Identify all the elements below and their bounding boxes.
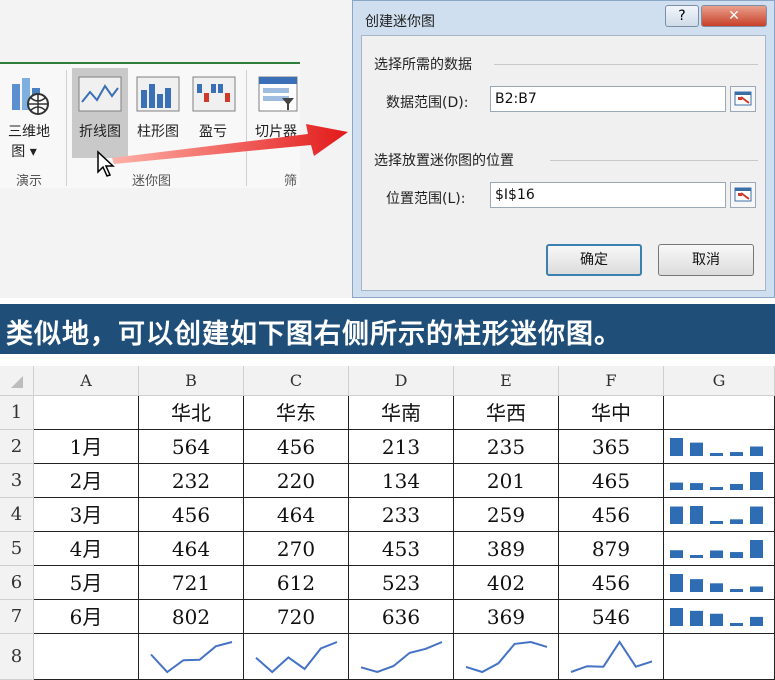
group-separator: [66, 70, 67, 186]
data-range-label: 数据范围(D):: [386, 95, 469, 111]
data-range-input[interactable]: B2:B7: [490, 86, 726, 112]
column-sparkline-bar: [670, 550, 683, 558]
dialog-body: 选择所需的数据 数据范围(D): B2:B7 选择放置迷你图的位置 位置范围(L…: [361, 35, 766, 291]
column-sparkline-bar: [750, 446, 763, 456]
column-sparkline-bar: [710, 583, 723, 592]
win-loss-sparkline-icon[interactable]: [192, 76, 236, 116]
red-arrow-icon: [108, 118, 358, 172]
create-sparklines-dialog: 创建迷你图 ? ✕ 选择所需的数据 数据范围(D): B2:B7 选择放置迷你图…: [352, 0, 775, 298]
group-label-filter: 筛: [284, 174, 298, 189]
column-sparkline-bar: [710, 521, 723, 524]
column-sparkline-bar: [750, 586, 763, 592]
group-label-demo: 演示: [16, 174, 43, 189]
column-sparkline-bar: [670, 438, 683, 456]
3d-map-label-2: 图 ▾: [11, 144, 37, 160]
section-select-location: 选择放置迷你图的位置: [374, 153, 514, 169]
column-sparkline-bar: [750, 506, 763, 524]
spreadsheet-grid: ABCDEFG 12345678 华北 华东 华南 华西 华中 1月 564 456 213 23…: [0, 366, 775, 680]
location-range-label: 位置范围(L):: [386, 191, 466, 207]
column-sparkline-bar: [730, 623, 743, 626]
column-sparkline-bar: [750, 616, 763, 626]
location-range-input[interactable]: $I$16: [490, 182, 726, 208]
section-select-data: 选择所需的数据: [374, 57, 472, 73]
section-divider: [494, 64, 758, 65]
column-sparkline-bar: [670, 574, 683, 592]
column-sparkline-bar: [710, 550, 723, 558]
line-sparkline: [465, 640, 548, 674]
column-sparkline-bar: [690, 442, 703, 456]
column-sparkline-bar: [750, 472, 763, 490]
slicer-icon[interactable]: [258, 76, 298, 116]
column-sparkline-bar: [730, 452, 743, 456]
section-divider: [550, 160, 758, 161]
column-sparkline-bar: [690, 483, 703, 490]
column-sparkline-icon[interactable]: [136, 76, 180, 116]
help-button[interactable]: ?: [665, 5, 699, 27]
column-sparkline-bar: [730, 552, 743, 558]
column-sparkline-bar: [710, 487, 723, 490]
range-picker-icon[interactable]: [730, 86, 756, 112]
range-picker-icon[interactable]: [730, 182, 756, 208]
line-sparkline: [150, 641, 233, 674]
column-sparkline-bar: [730, 589, 743, 592]
3d-map-label: 三维地: [8, 124, 50, 140]
column-sparkline-bar: [690, 506, 703, 524]
ok-button[interactable]: 确定: [546, 244, 642, 276]
caption-text: 类似地，可以创建如下图右侧所示的柱形迷你图。: [6, 319, 622, 350]
close-button[interactable]: ✕: [701, 5, 767, 27]
line-sparkline: [360, 641, 443, 674]
column-sparkline-bar: [750, 540, 763, 558]
column-sparkline-bar: [690, 555, 703, 558]
sparklines-layer: [150, 438, 763, 674]
line-sparkline-icon[interactable]: [78, 76, 122, 116]
column-sparkline-bar: [690, 579, 703, 592]
column-sparkline-bar: [670, 482, 683, 490]
line-sparkline: [570, 640, 653, 673]
group-label-sparklines: 迷你图: [132, 174, 172, 189]
column-sparkline-bar: [670, 608, 683, 626]
dialog-title: 创建迷你图: [365, 14, 435, 30]
column-sparkline-bar: [710, 613, 723, 626]
caption-banner: 类似地，可以创建如下图右侧所示的柱形迷你图。: [0, 304, 775, 354]
column-sparkline-bar: [730, 519, 743, 524]
3d-map-icon[interactable]: [10, 74, 52, 122]
column-sparkline-bar: [730, 483, 743, 490]
line-sparkline: [255, 641, 338, 674]
column-sparkline-bar: [670, 506, 683, 524]
column-sparkline-bar: [710, 453, 723, 456]
column-sparkline-bar: [690, 610, 703, 626]
cancel-button[interactable]: 取消: [658, 244, 754, 276]
